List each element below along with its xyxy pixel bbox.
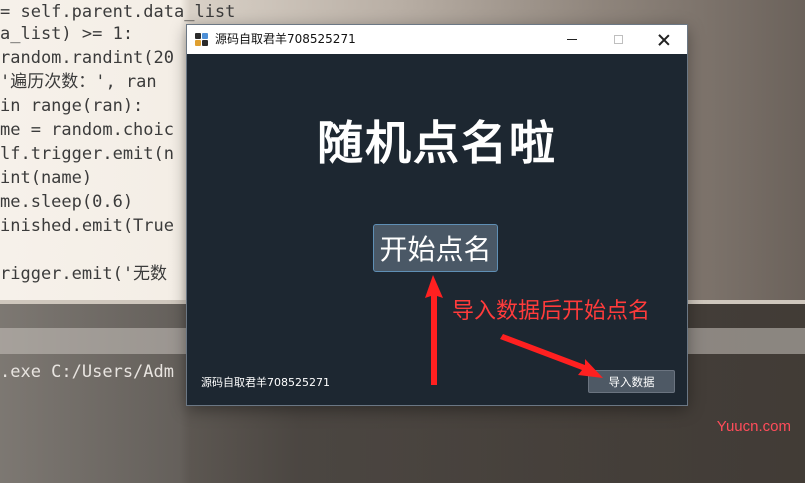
code-line: me.sleep(0.6) — [0, 192, 134, 212]
close-button[interactable] — [641, 25, 687, 54]
code-line: in range(ran): — [0, 96, 144, 116]
minimize-button[interactable] — [549, 25, 595, 54]
code-line: '遍历次数：', ran — [0, 72, 157, 92]
code-line: me = random.choic — [0, 120, 174, 140]
code-line: random.randint(20 — [0, 48, 174, 68]
page-title: 随机点名啦 — [317, 116, 557, 170]
code-line: int(name) — [0, 168, 93, 188]
window-title: 源码自取君羊708525271 — [215, 32, 356, 46]
site-watermark: Yuucn.com — [716, 418, 791, 435]
random-rollcall-window: 源码自取君羊708525271 随机点名啦 开始点名 导入数据后开始点名 源码自… — [187, 25, 687, 405]
code-line: rigger.emit('无数 — [0, 264, 168, 284]
code-line: a_list) >= 1: — [0, 24, 134, 44]
code-line: inished.emit(True — [0, 216, 174, 236]
code-line: = self.parent.data_list — [0, 2, 236, 22]
import-data-button[interactable]: 导入数据 — [588, 370, 675, 393]
close-icon — [658, 34, 670, 46]
hint-text: 导入数据后开始点名 — [452, 299, 651, 324]
maximize-button[interactable] — [595, 25, 641, 54]
maximize-icon — [613, 35, 623, 44]
code-line: lf.trigger.emit(n — [0, 144, 174, 164]
window-titlebar[interactable]: 源码自取君羊708525271 — [187, 25, 687, 54]
start-rollcall-button[interactable]: 开始点名 — [373, 224, 498, 272]
footer-contact-text: 源码自取君羊708525271 — [201, 376, 330, 389]
minimize-icon — [567, 39, 577, 40]
terminal-output-line: .exe C:/Users/Adm — [0, 362, 174, 382]
app-logo-icon — [195, 33, 209, 47]
